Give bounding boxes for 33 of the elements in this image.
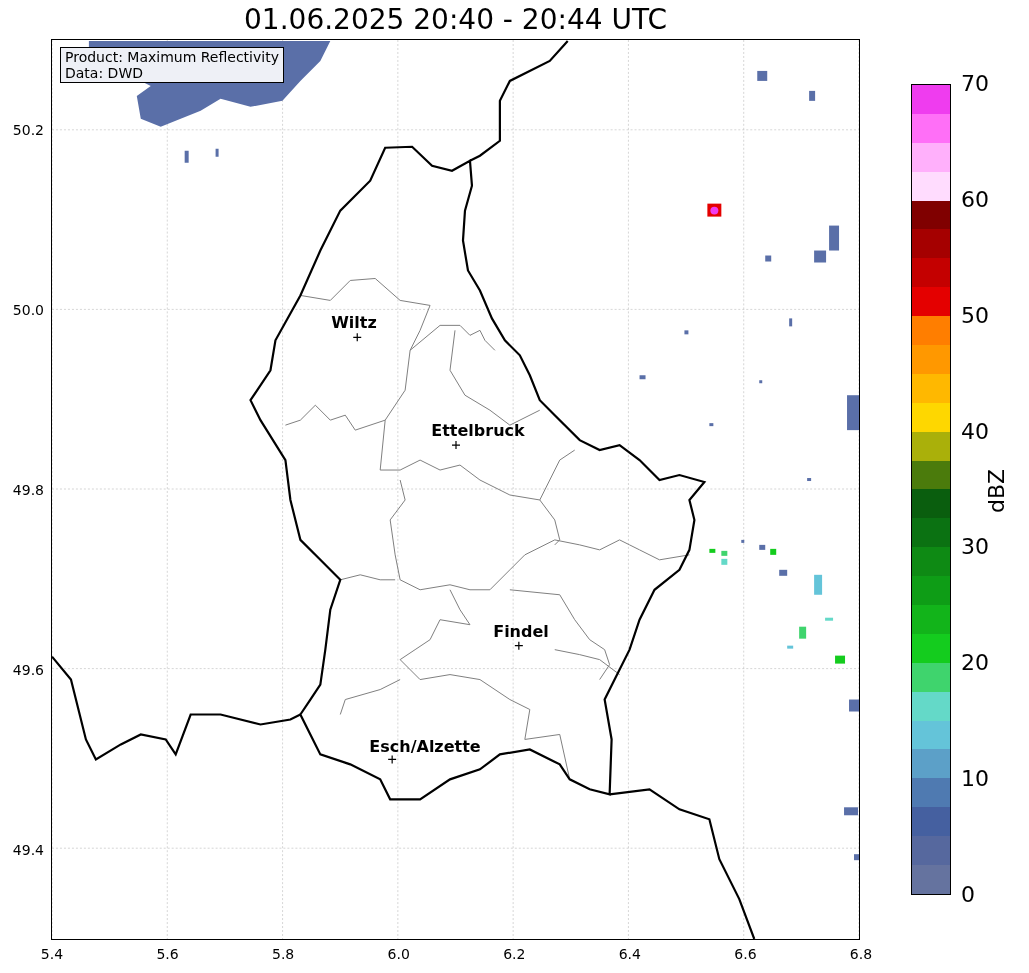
colorbar-tick-label: 10 xyxy=(961,768,989,791)
colorbar-label: dBZ xyxy=(986,468,1008,514)
info-text: Product: Maximum Reflectivity xyxy=(65,49,279,65)
plus-marker-icon xyxy=(387,754,397,764)
colorbar-tick-label: 20 xyxy=(961,652,989,675)
y-tick-label: 49.8 xyxy=(12,483,44,497)
y-tick-label: 49.4 xyxy=(12,843,44,857)
y-tick-label: 49.6 xyxy=(12,663,44,677)
colorbar-tick-label: 60 xyxy=(961,188,989,211)
colorbar-tick-label: 50 xyxy=(961,304,989,327)
city-label: Wiltz xyxy=(331,315,377,331)
colorbar-tick-label: 30 xyxy=(961,536,989,559)
chart-title: 01.06.2025 20:40 - 20:44 UTC xyxy=(244,5,667,34)
x-tick-label: 6.4 xyxy=(618,947,641,961)
info-text: Data: DWD xyxy=(65,65,144,81)
x-tick-label: 6.8 xyxy=(849,947,873,961)
x-tick-label: 6.6 xyxy=(734,947,757,961)
city-label: Findel xyxy=(493,624,549,640)
x-tick-label: 5.4 xyxy=(40,947,64,961)
colorbar-tick-label: 70 xyxy=(961,73,989,95)
plus-marker-icon xyxy=(514,641,524,651)
x-tick-label: 6.2 xyxy=(503,947,526,961)
colorbar-tick-label: 0 xyxy=(961,884,975,906)
y-tick-label: 50.2 xyxy=(12,123,44,137)
x-tick-label: 5.6 xyxy=(156,947,179,961)
city-label: Esch/Alzette xyxy=(369,739,481,755)
plus-marker-icon xyxy=(451,440,461,450)
city-label: Ettelbruck xyxy=(431,423,525,439)
plus-marker-icon xyxy=(352,332,362,342)
y-tick-label: 50.0 xyxy=(12,303,44,317)
x-tick-label: 6.0 xyxy=(387,947,410,961)
colorbar-tick-label: 40 xyxy=(961,420,989,443)
x-tick-label: 5.8 xyxy=(272,947,295,961)
